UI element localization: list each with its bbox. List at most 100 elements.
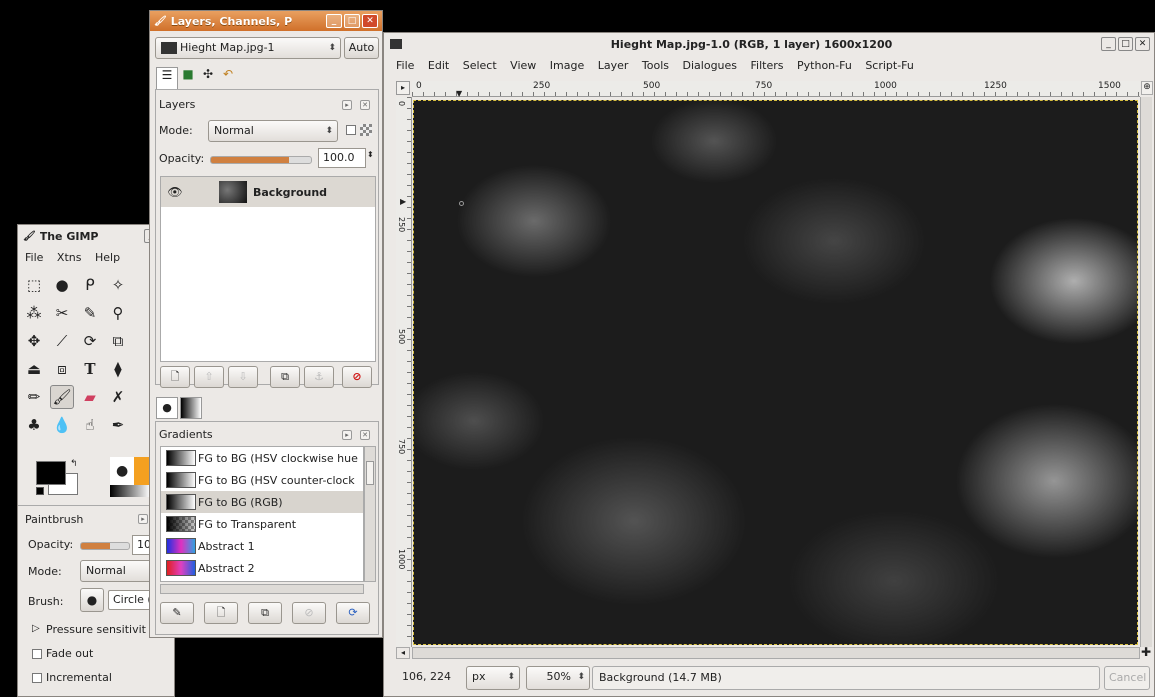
unit-select[interactable]: px ⬍ — [466, 666, 520, 690]
layer-row[interactable]: 👁 Background — [161, 177, 375, 207]
menu-file[interactable]: File — [25, 251, 43, 264]
ellipse-select-tool-icon[interactable]: ● — [50, 273, 74, 297]
select-by-color-tool-icon[interactable]: ⁂ — [22, 301, 46, 325]
brush-preview-button[interactable]: ● — [80, 588, 104, 612]
maximize-button[interactable]: □ — [1118, 37, 1133, 51]
gradient-item[interactable]: FG to BG (HSV counter-clock — [166, 469, 355, 491]
scissors-tool-icon[interactable]: ✂ — [50, 301, 74, 325]
lower-layer-button[interactable]: ⇩ — [228, 366, 258, 388]
gradient-list-hscrollbar[interactable] — [160, 584, 364, 594]
gradient-list-vscrollbar[interactable] — [364, 446, 376, 582]
menu-help[interactable]: Help — [95, 251, 120, 264]
layer-visibility-eye-icon[interactable]: 👁 — [161, 185, 189, 199]
close-button[interactable]: ✕ — [1135, 37, 1150, 51]
tab-paths[interactable]: ✣ — [198, 67, 218, 89]
layer-list[interactable]: 👁 Background — [160, 176, 376, 362]
menu-layer[interactable]: Layer — [598, 59, 629, 72]
menu-python-fu[interactable]: Python-Fu — [797, 59, 852, 72]
menu-script-fu[interactable]: Script-Fu — [865, 59, 914, 72]
tab-layers[interactable]: ☰ — [156, 67, 178, 89]
keep-transparency-checkbox[interactable] — [346, 125, 356, 135]
flip-tool-icon[interactable]: ⧈ — [50, 357, 74, 381]
navigation-cross-icon[interactable]: ✚ — [1141, 645, 1151, 659]
navigate-button[interactable]: ◂ — [396, 647, 410, 659]
layer-name[interactable]: Background — [253, 186, 327, 199]
gradient-item[interactable]: FG to BG (HSV clockwise hue — [166, 447, 358, 469]
layer-opacity-spin[interactable]: 100.0 — [318, 148, 366, 168]
paths-tool-icon[interactable]: ✎ — [78, 301, 102, 325]
gradient-list[interactable]: FG to BG (HSV clockwise hue FG to BG (HS… — [160, 446, 364, 582]
measure-tool-icon[interactable]: ⟋ — [50, 329, 74, 353]
smudge-tool-icon[interactable]: ☝ — [78, 413, 102, 437]
image-canvas[interactable] — [413, 100, 1138, 645]
panel-menu-icon[interactable]: ▸ — [138, 514, 148, 524]
vertical-ruler[interactable]: 0 250 500 750 1000 ▶ — [396, 97, 412, 647]
color-picker-tool-icon[interactable]: ⚲ — [106, 301, 130, 325]
menu-xtns[interactable]: Xtns — [57, 251, 82, 264]
panel-menu-icon[interactable]: ▸ — [342, 430, 352, 440]
blur-tool-icon[interactable]: 💧 — [50, 413, 74, 437]
rect-select-tool-icon[interactable]: ⬚ — [22, 273, 46, 297]
tab-undo[interactable]: ↶ — [218, 67, 238, 89]
minimize-button[interactable]: _ — [326, 14, 342, 28]
panel-close-icon[interactable]: ✕ — [360, 430, 370, 440]
menu-file[interactable]: File — [396, 59, 414, 72]
gradient-item[interactable]: FG to Transparent — [166, 513, 296, 535]
opacity-slider[interactable] — [80, 542, 130, 550]
panel-close-icon[interactable]: ✕ — [360, 100, 370, 110]
zoom-select[interactable]: 50% ⬍ — [526, 666, 590, 690]
fade-out-checkbox[interactable] — [32, 649, 42, 659]
gradient-item[interactable]: FG to BG (RGB) — [161, 491, 363, 513]
menu-tools[interactable]: Tools — [642, 59, 669, 72]
auto-button[interactable]: Auto — [344, 37, 379, 59]
layer-mode-select[interactable]: Normal ⬍ — [208, 120, 338, 142]
eraser-tool-icon[interactable]: ▰ — [78, 385, 102, 409]
anchor-layer-button[interactable]: ⚓ — [304, 366, 334, 388]
gradient-item[interactable]: Abstract 1 — [166, 535, 255, 557]
maximize-button[interactable]: □ — [344, 14, 360, 28]
menu-edit[interactable]: Edit — [428, 59, 449, 72]
text-tool-icon[interactable]: T — [78, 357, 102, 381]
delete-layer-button[interactable]: ⊘ — [342, 366, 372, 388]
default-colors-icon[interactable] — [36, 487, 44, 495]
pencil-tool-icon[interactable]: ✏ — [22, 385, 46, 409]
menu-select[interactable]: Select — [463, 59, 497, 72]
swap-colors-icon[interactable]: ↰ — [70, 459, 78, 469]
refresh-gradients-button[interactable]: ⟳ — [336, 602, 370, 624]
menu-dialogues[interactable]: Dialogues — [683, 59, 738, 72]
foreground-color-swatch[interactable] — [36, 461, 66, 485]
menu-view[interactable]: View — [510, 59, 536, 72]
tab-gradients[interactable] — [180, 397, 202, 419]
close-button[interactable]: ✕ — [362, 14, 378, 28]
duplicate-layer-button[interactable]: ⧉ — [270, 366, 300, 388]
perspective-tool-icon[interactable]: ⏏ — [22, 357, 46, 381]
bucket-fill-tool-icon[interactable]: ⧫ — [106, 357, 130, 381]
new-gradient-button[interactable]: 🗋 — [204, 602, 238, 624]
image-select[interactable]: Hieght Map.jpg-1 ⬍ — [155, 37, 341, 59]
menu-image[interactable]: Image — [550, 59, 584, 72]
fuzzy-select-tool-icon[interactable]: ✧ — [106, 273, 130, 297]
rotate-tool-icon[interactable]: ⟳ — [78, 329, 102, 353]
dodge-burn-tool-icon[interactable]: ✒ — [106, 413, 130, 437]
tab-channels[interactable]: ■ — [178, 67, 198, 89]
move-tool-icon[interactable]: ✥ — [22, 329, 46, 353]
incremental-checkbox[interactable] — [32, 673, 42, 683]
gradient-indicator[interactable] — [110, 485, 150, 497]
spin-arrows-icon[interactable]: ⬍ — [367, 150, 374, 159]
horizontal-ruler[interactable]: 0 250 500 750 1000 1250 1500 ▼ — [412, 81, 1140, 98]
layer-opacity-slider[interactable] — [210, 156, 312, 164]
panel-menu-icon[interactable]: ▸ — [342, 100, 352, 110]
duplicate-gradient-button[interactable]: ⧉ — [248, 602, 282, 624]
menu-filters[interactable]: Filters — [751, 59, 784, 72]
expander-arrow-icon[interactable]: ▷ — [32, 623, 40, 634]
cancel-button[interactable]: Cancel — [1104, 666, 1150, 690]
zoom-fit-icon[interactable]: ⊕ — [1141, 81, 1153, 95]
vertical-scrollbar[interactable] — [1140, 97, 1152, 647]
tab-brushes[interactable]: ● — [156, 397, 178, 419]
scrollbar-thumb[interactable] — [366, 461, 374, 485]
airbrush-tool-icon[interactable]: ✗ — [106, 385, 130, 409]
paintbrush-tool-icon[interactable]: 🖌 — [50, 385, 74, 409]
free-select-tool-icon[interactable]: ᑭ — [78, 273, 102, 297]
clone-tool-icon[interactable]: ♣ — [22, 413, 46, 437]
new-layer-button[interactable]: 🗋 — [160, 366, 190, 388]
